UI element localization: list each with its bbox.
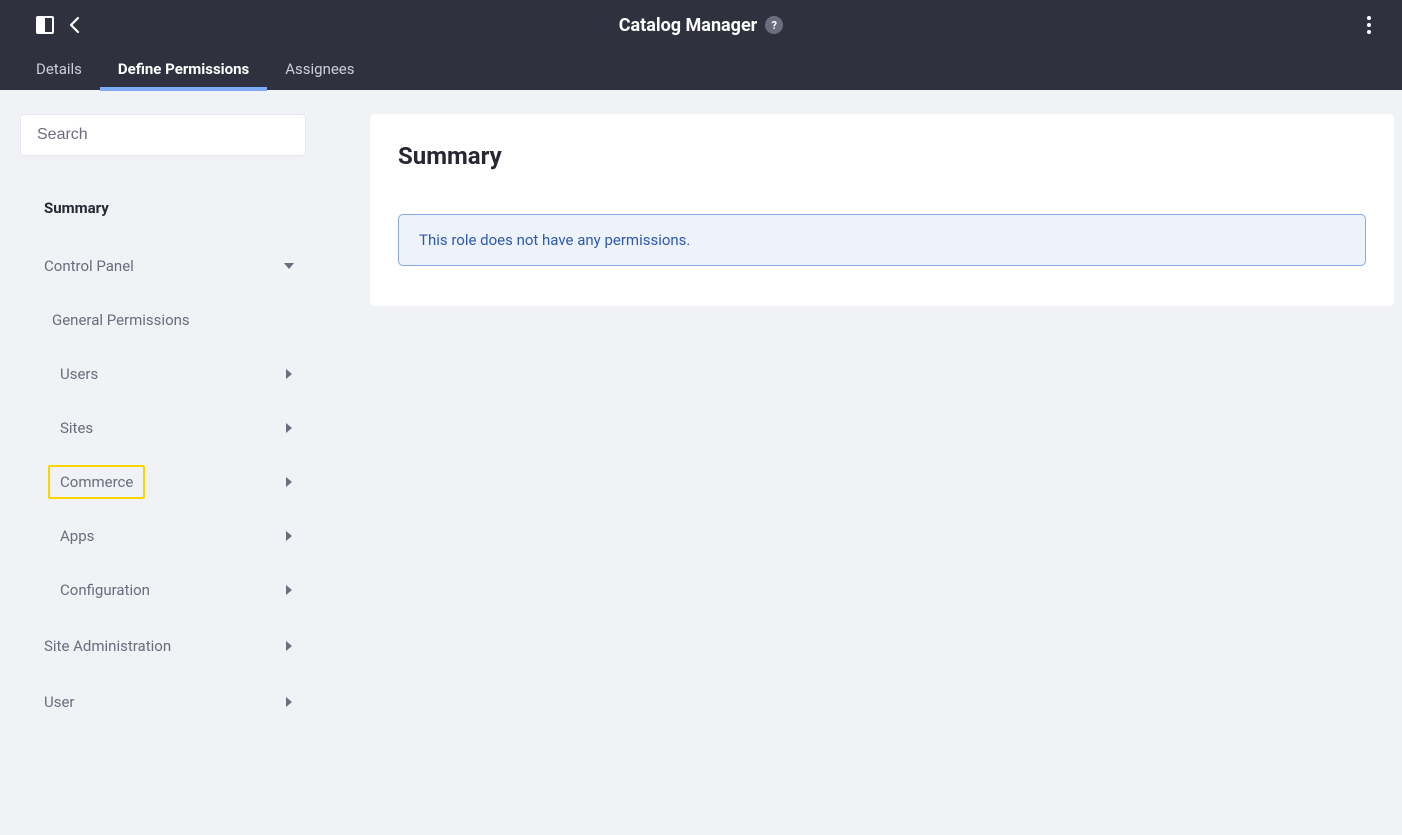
nav-label-users: Users xyxy=(60,365,98,383)
top-header: Catalog Manager ? Details Define Permiss… xyxy=(0,0,1402,90)
info-alert-text: This role does not have any permissions. xyxy=(419,231,690,249)
page-title: Catalog Manager xyxy=(619,15,758,36)
tabs-row: Details Define Permissions Assignees xyxy=(0,50,1402,90)
nav-label-user: User xyxy=(44,693,75,711)
nav-label-summary: Summary xyxy=(44,199,109,217)
nav-label-general-permissions: General Permissions xyxy=(52,311,190,329)
nav-item-site-administration[interactable]: Site Administration xyxy=(20,626,306,666)
chevron-right-icon xyxy=(284,697,294,707)
search-box[interactable] xyxy=(20,114,306,156)
header-title-wrap: Catalog Manager ? xyxy=(0,15,1402,36)
nav-label-sites: Sites xyxy=(60,419,93,437)
nav-item-apps[interactable]: Apps xyxy=(20,516,306,556)
nav-item-user[interactable]: User xyxy=(20,682,306,722)
nav-item-general-permissions[interactable]: General Permissions xyxy=(20,300,306,340)
side-panel: Summary Control Panel General Permission… xyxy=(0,90,330,835)
nav-label-site-administration: Site Administration xyxy=(44,637,171,655)
tab-details[interactable]: Details xyxy=(36,60,82,90)
header-top-left xyxy=(0,16,84,34)
tab-define-permissions[interactable]: Define Permissions xyxy=(118,60,249,90)
chevron-right-icon xyxy=(284,641,294,651)
chevron-right-icon xyxy=(284,423,294,433)
nav-label-configuration: Configuration xyxy=(60,581,150,599)
body-layout: Summary Control Panel General Permission… xyxy=(0,90,1402,835)
nav-label-commerce: Commerce xyxy=(48,465,145,499)
nav-item-summary[interactable]: Summary xyxy=(20,188,306,228)
sidebar-toggle-icon[interactable] xyxy=(36,16,54,34)
nav-item-commerce[interactable]: Commerce xyxy=(20,462,306,502)
header-top-row: Catalog Manager ? xyxy=(0,0,1402,50)
main-area: Summary This role does not have any perm… xyxy=(330,90,1402,835)
help-icon[interactable]: ? xyxy=(765,16,783,34)
search-input[interactable] xyxy=(37,126,289,144)
summary-panel: Summary This role does not have any perm… xyxy=(370,114,1394,306)
chevron-right-icon xyxy=(284,477,294,487)
nav-item-configuration[interactable]: Configuration xyxy=(20,570,306,610)
tab-assignees[interactable]: Assignees xyxy=(285,60,354,90)
chevron-right-icon xyxy=(284,369,294,379)
nav-label-apps: Apps xyxy=(60,527,94,545)
header-top-right xyxy=(1366,0,1372,50)
back-icon[interactable] xyxy=(66,16,84,34)
panel-title: Summary xyxy=(398,142,1366,170)
chevron-down-icon xyxy=(284,261,294,271)
nav-label-control-panel: Control Panel xyxy=(44,257,134,275)
chevron-right-icon xyxy=(284,531,294,541)
nav-item-control-panel[interactable]: Control Panel xyxy=(20,246,306,286)
nav-item-sites[interactable]: Sites xyxy=(20,408,306,448)
info-alert: This role does not have any permissions. xyxy=(398,214,1366,266)
more-menu-icon[interactable] xyxy=(1366,15,1372,35)
chevron-right-icon xyxy=(284,585,294,595)
nav-item-users[interactable]: Users xyxy=(20,354,306,394)
